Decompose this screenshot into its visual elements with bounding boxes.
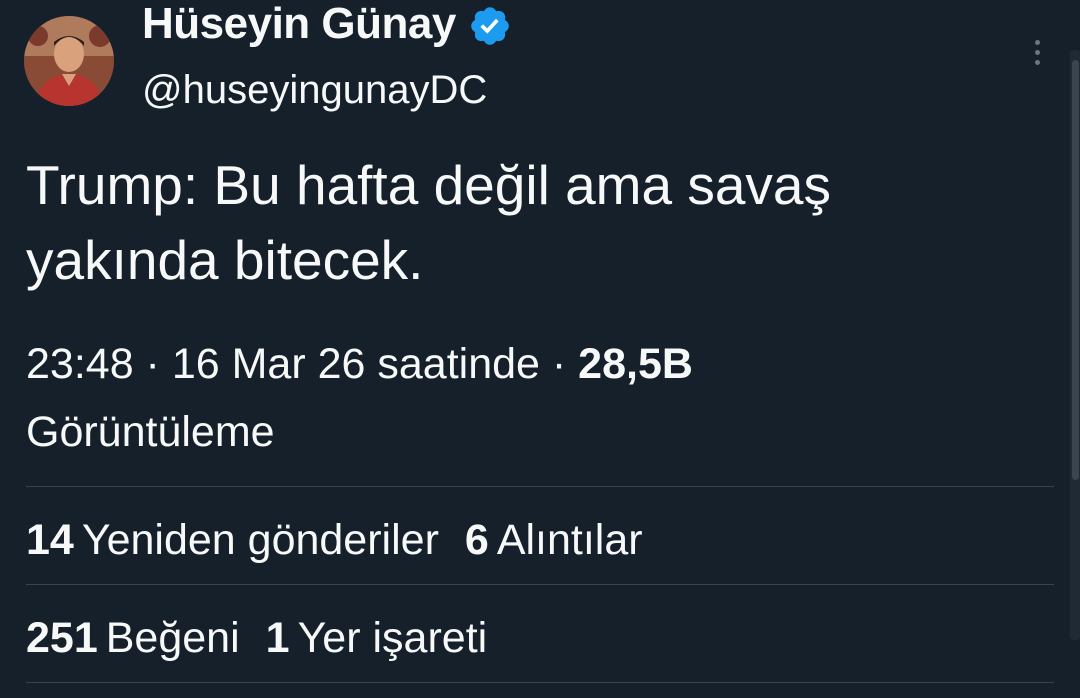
author-handle[interactable]: @huseyingunayDC <box>142 62 487 118</box>
tweet-detail: Hüseyin Günay @huseyingunayDC Trump: Bu … <box>0 0 1080 698</box>
stats-row-reposts: 14 Yeniden gönderiler 6 Alıntılar <box>26 510 669 570</box>
author-name-text[interactable]: Hüseyin Günay <box>142 0 456 54</box>
bookmarks-label: Yer işareti <box>297 614 488 662</box>
retweets-label: Yeniden gönderiler <box>81 516 439 564</box>
likes-count: 251 <box>26 614 98 662</box>
meta-separator: · <box>133 340 172 388</box>
quotes-label: Alıntılar <box>496 516 643 564</box>
tweet-time[interactable]: 23:48 <box>26 340 134 388</box>
verified-badge-icon[interactable] <box>468 4 512 48</box>
bookmarks-stat[interactable]: 1 Yer işareti <box>266 608 488 668</box>
retweets-stat[interactable]: 14 Yeniden gönderiler <box>26 510 439 570</box>
divider <box>26 584 1054 585</box>
views-label: Görüntüleme <box>26 408 275 456</box>
tweet-text: Trump: Bu hafta değil ama savaş yakında … <box>26 154 832 291</box>
tweet-date[interactable]: 16 Mar 26 saatinde <box>172 340 540 388</box>
likes-stat[interactable]: 251 Beğeni <box>26 608 240 668</box>
divider <box>26 682 1054 683</box>
more-options-icon[interactable] <box>1022 32 1052 72</box>
tweet-meta: 23:48 · 16 Mar 26 saatinde · 28,5B Görün… <box>26 330 1026 466</box>
meta-separator: · <box>539 340 579 388</box>
divider <box>26 486 1054 487</box>
likes-label: Beğeni <box>105 614 240 662</box>
views-count: 28,5B <box>578 340 693 388</box>
avatar[interactable] <box>24 16 114 106</box>
avatar-image <box>24 16 114 106</box>
quotes-count: 6 <box>464 516 489 564</box>
quotes-stat[interactable]: 6 Alıntılar <box>465 510 643 570</box>
scrollbar-thumb[interactable] <box>1072 60 1079 480</box>
retweets-count: 14 <box>26 516 74 564</box>
author-display-name[interactable]: Hüseyin Günay <box>142 0 512 54</box>
bookmarks-count: 1 <box>265 614 290 662</box>
stats-row-likes: 251 Beğeni 1 Yer işareti <box>26 608 513 668</box>
